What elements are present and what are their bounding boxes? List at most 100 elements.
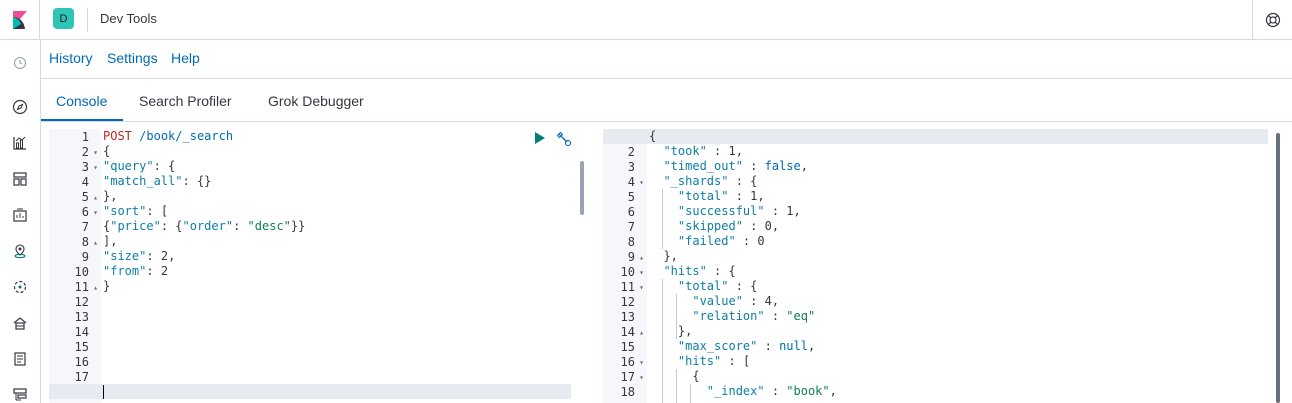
fold-open-icon[interactable]: ▾ bbox=[639, 370, 644, 385]
json-literal: false bbox=[764, 159, 801, 173]
tab-search-profiler[interactable]: Search Profiler bbox=[139, 93, 232, 109]
json-punct: : bbox=[706, 264, 722, 278]
line-number-text: 8 bbox=[81, 235, 89, 249]
help-link[interactable]: Help bbox=[171, 50, 200, 66]
json-punct: : bbox=[728, 189, 743, 203]
response-scrollbar[interactable] bbox=[1276, 133, 1280, 403]
discover-compass-icon[interactable] bbox=[10, 97, 30, 117]
json-punct bbox=[757, 159, 764, 173]
settings-link[interactable]: Settings bbox=[107, 50, 158, 66]
line-number: 3 bbox=[603, 160, 647, 175]
fold-close-icon[interactable]: ▴ bbox=[93, 235, 98, 250]
response-line: "timed_out" : false, bbox=[649, 159, 808, 174]
maps-icon[interactable] bbox=[10, 241, 30, 261]
fold-close-icon[interactable]: ▴ bbox=[639, 325, 644, 340]
json-punct bbox=[757, 294, 764, 308]
kibana-logo[interactable] bbox=[0, 0, 40, 40]
apm-icon[interactable] bbox=[10, 385, 30, 403]
line-number: 4 bbox=[49, 175, 101, 190]
infrastructure-icon[interactable] bbox=[10, 313, 30, 333]
json-punct: : bbox=[728, 279, 743, 293]
json-punct: {} bbox=[189, 174, 212, 188]
request-line: ], bbox=[103, 234, 117, 249]
tab-grok-debugger[interactable]: Grok Debugger bbox=[268, 93, 364, 109]
line-number: 7 bbox=[49, 220, 101, 235]
fold-open-icon[interactable]: ▾ bbox=[93, 160, 98, 175]
request-line: "sort": [ bbox=[103, 204, 168, 219]
json-string: "eq" bbox=[786, 309, 816, 323]
line-number-text: 17 bbox=[620, 370, 635, 384]
logs-icon[interactable] bbox=[10, 349, 30, 369]
line-number-text: 10 bbox=[74, 265, 89, 279]
response-editor: 1▾234▾56789▴10▾11▾121314▴1516▾17▾18 { "t… bbox=[603, 129, 1292, 403]
response-first-line-highlight bbox=[603, 129, 1268, 144]
json-punct: }, bbox=[103, 189, 118, 203]
line-number-text: 3 bbox=[627, 160, 635, 174]
request-actions-button[interactable] bbox=[556, 131, 572, 147]
line-number-text: 5 bbox=[627, 190, 635, 204]
console-menu-bar: History Settings Help bbox=[41, 40, 1292, 79]
tab-console[interactable]: Console bbox=[56, 93, 107, 109]
fold-open-icon[interactable]: ▾ bbox=[639, 175, 644, 190]
request-editor[interactable]: 12▾3▾45▴6▾78▴91011▴12131415161718 POST /… bbox=[49, 129, 587, 403]
line-number-text: 7 bbox=[627, 220, 635, 234]
response-line: }, bbox=[649, 324, 692, 339]
json-punct: }, bbox=[649, 249, 678, 263]
line-number: 10 bbox=[49, 265, 101, 280]
json-punct: : bbox=[160, 219, 169, 233]
fold-open-icon[interactable]: ▾ bbox=[93, 145, 98, 160]
json-punct: , bbox=[168, 249, 176, 263]
json-key: "hits" bbox=[663, 264, 707, 278]
fold-open-icon[interactable]: ▾ bbox=[93, 205, 98, 220]
canvas-icon[interactable] bbox=[10, 205, 30, 225]
json-punct: : bbox=[146, 249, 154, 263]
json-number: 1 bbox=[786, 204, 794, 218]
recent-clock-icon[interactable] bbox=[10, 53, 30, 73]
line-number: 13 bbox=[603, 310, 647, 325]
json-punct: : bbox=[153, 159, 161, 173]
json-punct bbox=[649, 189, 678, 203]
request-gutter: 12▾3▾45▴6▾78▴91011▴12131415161718 bbox=[49, 129, 101, 403]
space-avatar[interactable]: D bbox=[53, 8, 74, 29]
fold-close-icon[interactable]: ▴ bbox=[639, 250, 644, 265]
json-key: "total" bbox=[677, 189, 729, 203]
fold-open-icon[interactable]: ▾ bbox=[639, 265, 644, 280]
line-number: 16 bbox=[49, 355, 101, 370]
json-punct: , bbox=[771, 219, 780, 233]
json-punct: : bbox=[706, 144, 722, 158]
request-line: "size": 2, bbox=[103, 249, 175, 264]
json-punct: : bbox=[764, 204, 780, 218]
json-key: "timed_out" bbox=[663, 159, 743, 173]
dashboard-icon[interactable] bbox=[10, 169, 30, 189]
send-request-button[interactable] bbox=[534, 131, 546, 145]
json-punct: , bbox=[735, 144, 743, 158]
breadcrumb-title: Dev Tools bbox=[100, 11, 157, 26]
fold-open-icon[interactable]: ▾ bbox=[639, 280, 644, 295]
ml-icon[interactable] bbox=[10, 277, 30, 297]
fold-open-icon[interactable]: ▾ bbox=[639, 355, 644, 370]
request-scrollbar[interactable] bbox=[580, 161, 584, 215]
request-method: POST bbox=[103, 129, 132, 143]
json-punct bbox=[649, 279, 678, 293]
fold-close-icon[interactable]: ▴ bbox=[93, 280, 98, 295]
line-number: 2 ▾ bbox=[49, 145, 101, 160]
help-menu-button[interactable] bbox=[1252, 0, 1292, 40]
line-number-text: 11 bbox=[74, 280, 89, 294]
json-punct: , bbox=[829, 384, 837, 398]
json-punct: { bbox=[742, 174, 758, 188]
top-header: D Dev Tools bbox=[0, 0, 1292, 40]
response-line: "successful" : 1, bbox=[649, 204, 801, 219]
response-line: "max_score" : null, bbox=[649, 339, 815, 354]
response-line: { bbox=[649, 369, 699, 384]
fold-close-icon[interactable]: ▴ bbox=[93, 190, 98, 205]
visualize-chart-icon[interactable] bbox=[10, 133, 30, 153]
dev-tools-tabs: Console Search Profiler Grok Debugger bbox=[41, 79, 1292, 122]
history-link[interactable]: History bbox=[49, 50, 93, 66]
json-string: "book" bbox=[786, 384, 830, 398]
response-line: "total" : { bbox=[649, 279, 757, 294]
line-number: 2 bbox=[603, 145, 647, 160]
request-line: "from": 2 bbox=[103, 264, 168, 279]
json-punct: { bbox=[742, 279, 758, 293]
line-number-text: 15 bbox=[620, 340, 635, 354]
json-punct bbox=[154, 249, 161, 263]
